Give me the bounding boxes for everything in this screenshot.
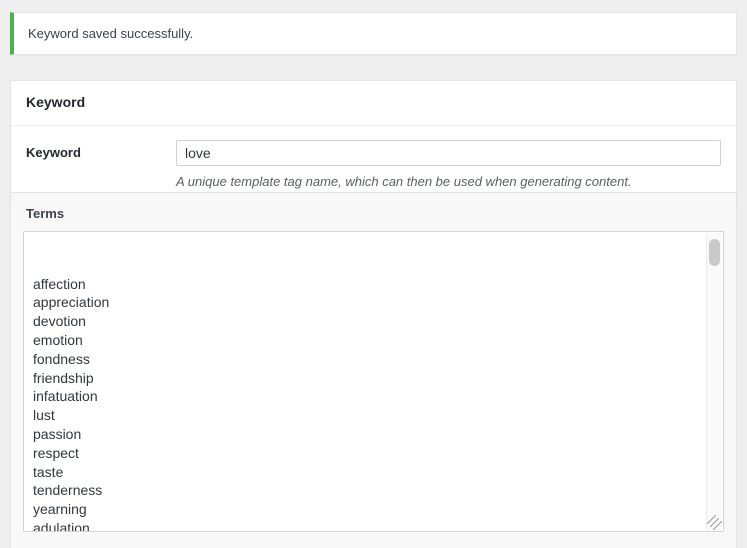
term-line: friendship — [33, 369, 94, 386]
term-line: appreciation — [33, 294, 110, 311]
term-line: fondness — [33, 350, 90, 367]
terms-resize-handle[interactable] — [707, 515, 722, 530]
keyword-field-wrapper: A unique template tag name, which can th… — [176, 139, 736, 192]
success-notice: Keyword saved successfully. — [10, 12, 737, 55]
terms-textarea[interactable]: affection appreciation devotion emotion fond… — [23, 231, 724, 532]
term-line: tenderness — [33, 482, 103, 499]
terms-list: affection appreciation devotion emotion fond… — [33, 275, 723, 532]
term-line: respect — [33, 444, 79, 461]
term-line: affection — [33, 275, 86, 292]
term-line: devotion — [33, 313, 86, 330]
term-line: infatuation — [33, 388, 98, 405]
terms-scrollbar-thumb[interactable] — [709, 239, 720, 266]
terms-panel: Terms affection appreciation devotion emoti… — [10, 192, 737, 548]
keyword-help-text: A unique template tag name, which can th… — [176, 173, 632, 189]
keyword-panel-heading: Keyword — [11, 81, 736, 126]
terms-scrollbar-track[interactable] — [706, 233, 722, 531]
term-line: adulation — [33, 519, 90, 532]
terms-textarea-wrapper: affection appreciation devotion emotion fond… — [23, 231, 724, 532]
terms-label: Terms — [26, 206, 65, 221]
keyword-panel: Keyword Keyword A unique template tag na… — [10, 80, 737, 209]
term-line: emotion — [33, 331, 83, 348]
term-line: lust — [33, 407, 55, 424]
term-line: yearning — [33, 501, 87, 518]
success-notice-message: Keyword saved successfully. — [28, 25, 194, 41]
keyword-input[interactable] — [176, 139, 721, 166]
keyword-field-label: Keyword — [26, 144, 81, 160]
term-line: passion — [33, 425, 82, 442]
term-line: taste — [33, 463, 64, 480]
